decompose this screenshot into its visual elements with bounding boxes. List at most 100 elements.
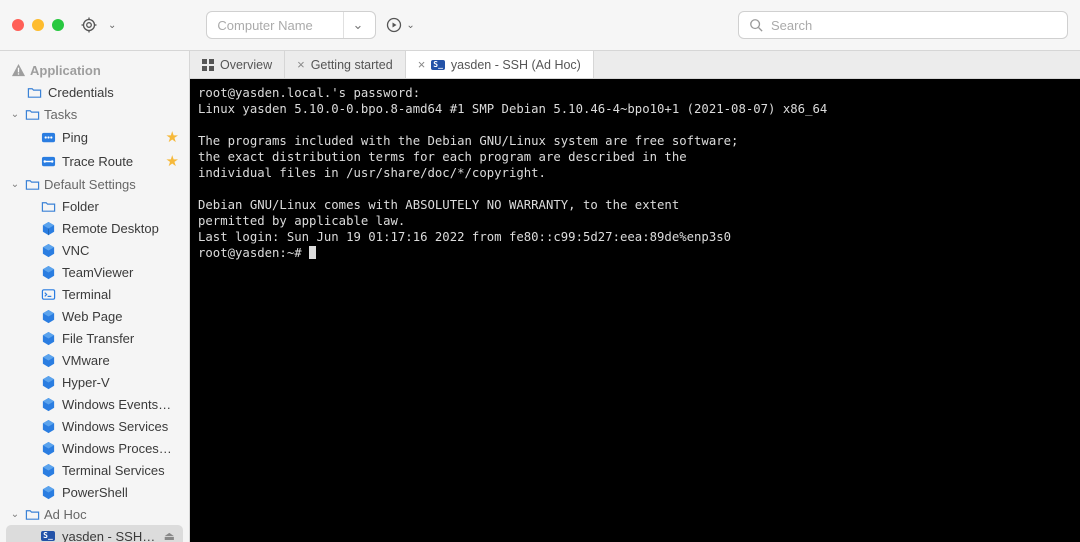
toolbar: ⌄ Computer Name ⌄ ⌄ Search <box>0 0 1080 51</box>
connect-button[interactable]: ⌄ <box>386 17 414 33</box>
zoom-window-button[interactable] <box>52 19 64 31</box>
close-tab-icon[interactable]: × <box>418 57 426 72</box>
chevron-down-icon[interactable]: ⌄ <box>343 12 371 38</box>
adhoc-section[interactable]: ⌄ Ad Hoc <box>0 503 189 525</box>
tab-overview[interactable]: Overview <box>190 51 285 78</box>
cube-icon <box>40 484 56 500</box>
sidebar-item-vnc[interactable]: VNC <box>0 239 189 261</box>
tasks-section[interactable]: ⌄ Tasks <box>0 103 189 125</box>
tab-yasden-ssh[interactable]: × S_ yasden - SSH (Ad Hoc) <box>406 51 594 78</box>
close-window-button[interactable] <box>12 19 24 31</box>
terminal-label: Terminal <box>62 287 181 302</box>
content-area: Overview × Getting started × S_ yasden -… <box>190 51 1080 542</box>
terminal-line: The programs included with the Debian GN… <box>198 134 738 148</box>
application-section[interactable]: Application <box>0 59 189 81</box>
terminal-icon <box>40 286 56 302</box>
folder-icon <box>24 106 40 122</box>
ssh-badge-icon: S_ <box>431 60 445 70</box>
credentials-label: Credentials <box>48 85 181 100</box>
terminal-line: Last login: Sun Jun 19 01:17:16 2022 fro… <box>198 230 731 244</box>
windows-events-label: Windows Events… <box>62 397 181 412</box>
search-input[interactable]: Search <box>738 11 1068 39</box>
tab-overview-label: Overview <box>220 58 272 72</box>
grid-icon <box>202 59 214 71</box>
main-area: Application Credentials ⌄ Tasks Ping ★ <box>0 51 1080 542</box>
sidebar-item-hyperv[interactable]: Hyper-V <box>0 371 189 393</box>
ping-label: Ping <box>62 130 160 145</box>
connect-dropdown[interactable]: ⌄ <box>406 20 414 31</box>
sidebar-item-windows-events[interactable]: Windows Events… <box>0 393 189 415</box>
sidebar-item-windows-services[interactable]: Windows Services <box>0 415 189 437</box>
remote-desktop-label: Remote Desktop <box>62 221 181 236</box>
cube-icon <box>40 308 56 324</box>
sidebar-item-yasden-ssh[interactable]: S_ yasden - SSH… ⏏ <box>6 525 183 542</box>
folder-icon <box>24 176 40 192</box>
sidebar-item-vmware[interactable]: VMware <box>0 349 189 371</box>
terminal-services-label: Terminal Services <box>62 463 181 478</box>
window-controls <box>12 19 64 31</box>
yasden-label: yasden - SSH… <box>62 529 158 542</box>
cube-icon <box>40 440 56 456</box>
terminal-line: individual files in /usr/share/doc/*/cop… <box>198 166 546 180</box>
adhoc-label: Ad Hoc <box>44 507 87 522</box>
cube-icon <box>40 374 56 390</box>
eject-icon[interactable]: ⏏ <box>164 529 175 542</box>
computer-name-combo[interactable]: Computer Name ⌄ <box>206 11 376 39</box>
sidebar-item-folder[interactable]: Folder <box>0 195 189 217</box>
file-transfer-label: File Transfer <box>62 331 181 346</box>
default-settings-label: Default Settings <box>44 177 136 192</box>
minimize-window-button[interactable] <box>32 19 44 31</box>
sidebar-item-powershell[interactable]: PowerShell <box>0 481 189 503</box>
terminal-line: permitted by applicable law. <box>198 214 405 228</box>
windows-processes-label: Windows Proces… <box>62 441 181 456</box>
disclosure-triangle[interactable]: ⌄ <box>10 509 20 520</box>
sidebar-item-ping[interactable]: Ping ★ <box>0 125 189 149</box>
sidebar-item-remote-desktop[interactable]: Remote Desktop <box>0 217 189 239</box>
windows-services-label: Windows Services <box>62 419 181 434</box>
sidebar-item-windows-processes[interactable]: Windows Proces… <box>0 437 189 459</box>
target-dropdown[interactable]: ⌄ <box>108 20 116 31</box>
vnc-label: VNC <box>62 243 181 258</box>
sidebar-item-webpage[interactable]: Web Page <box>0 305 189 327</box>
task-icon <box>40 129 56 145</box>
folder-icon <box>26 84 42 100</box>
cube-icon <box>40 330 56 346</box>
tab-yasden-label: yasden - SSH (Ad Hoc) <box>451 58 581 72</box>
folder-icon <box>40 198 56 214</box>
sidebar-item-teamviewer[interactable]: TeamViewer <box>0 261 189 283</box>
application-label: Application <box>30 63 101 78</box>
sidebar-item-terminal-services[interactable]: Terminal Services <box>0 459 189 481</box>
folder-icon <box>24 506 40 522</box>
vmware-label: VMware <box>62 353 181 368</box>
cube-icon <box>40 242 56 258</box>
close-tab-icon[interactable]: × <box>297 57 305 72</box>
warning-icon <box>10 62 26 78</box>
cube-icon <box>40 264 56 280</box>
terminal-line: Debian GNU/Linux comes with ABSOLUTELY N… <box>198 198 679 212</box>
sidebar-item-traceroute[interactable]: Trace Route ★ <box>0 149 189 173</box>
disclosure-triangle[interactable]: ⌄ <box>10 109 20 120</box>
powershell-label: PowerShell <box>62 485 181 500</box>
teamviewer-label: TeamViewer <box>62 265 181 280</box>
tab-getting-started[interactable]: × Getting started <box>285 51 406 78</box>
search-placeholder: Search <box>771 18 812 33</box>
tasks-label: Tasks <box>44 107 77 122</box>
hyperv-label: Hyper-V <box>62 375 181 390</box>
favorite-star-icon[interactable]: ★ <box>166 128 179 146</box>
sidebar-item-file-transfer[interactable]: File Transfer <box>0 327 189 349</box>
cube-icon <box>40 418 56 434</box>
target-icon[interactable] <box>80 16 98 34</box>
terminal-cursor <box>309 246 316 259</box>
disclosure-triangle[interactable]: ⌄ <box>10 179 20 190</box>
cube-icon <box>40 220 56 236</box>
ssh-badge-icon: S_ <box>40 528 56 542</box>
task-icon <box>40 153 56 169</box>
terminal-output[interactable]: root@yasden.local.'s password: Linux yas… <box>190 79 1080 542</box>
terminal-line: Linux yasden 5.10.0-0.bpo.8-amd64 #1 SMP… <box>198 102 827 116</box>
favorite-star-icon[interactable]: ★ <box>166 152 179 170</box>
sidebar-item-terminal[interactable]: Terminal <box>0 283 189 305</box>
sidebar-item-credentials[interactable]: Credentials <box>0 81 189 103</box>
terminal-line: the exact distribution terms for each pr… <box>198 150 687 164</box>
default-settings-section[interactable]: ⌄ Default Settings <box>0 173 189 195</box>
webpage-label: Web Page <box>62 309 181 324</box>
